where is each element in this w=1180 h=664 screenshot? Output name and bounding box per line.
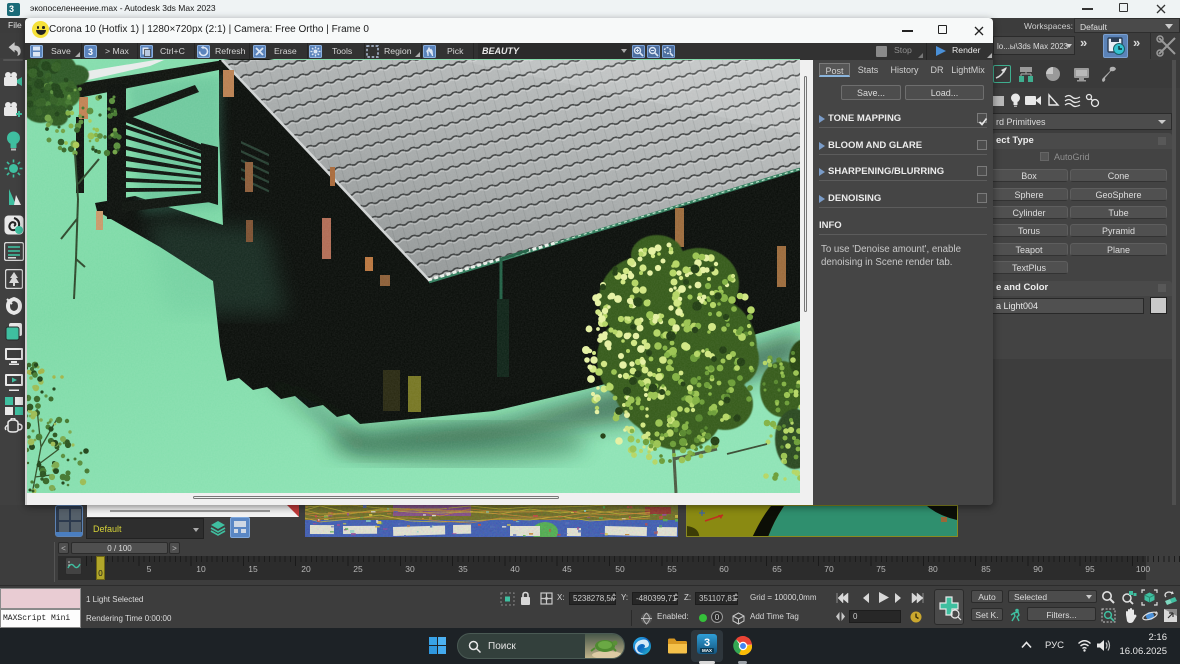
- svg-text:3: 3: [704, 637, 710, 649]
- svg-text:MAX: MAX: [702, 648, 712, 653]
